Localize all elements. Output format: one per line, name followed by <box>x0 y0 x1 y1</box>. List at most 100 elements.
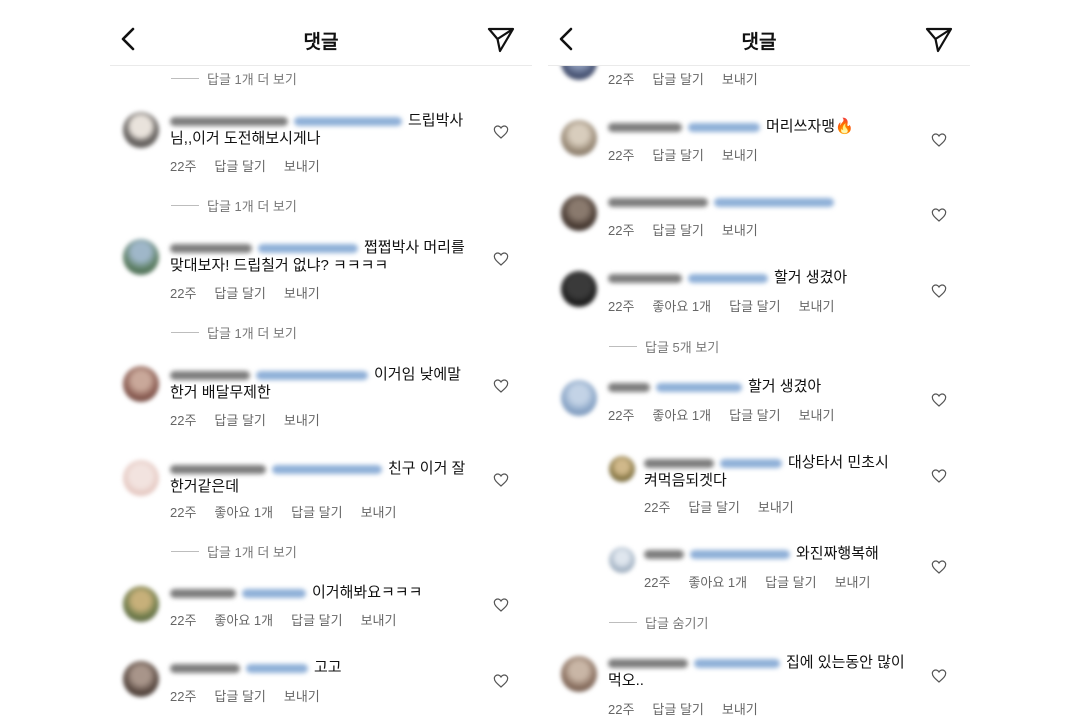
mention-blurred[interactable] <box>242 588 306 598</box>
send-button[interactable]: 보내기 <box>361 610 397 629</box>
divider-line <box>609 622 637 623</box>
heart-outline-icon[interactable] <box>931 559 947 575</box>
username-blurred[interactable] <box>170 116 288 126</box>
send-button[interactable]: 보내기 <box>722 220 758 239</box>
mention-blurred[interactable] <box>688 122 760 132</box>
divider-line <box>171 205 199 206</box>
username-blurred[interactable] <box>170 370 250 380</box>
avatar[interactable] <box>561 195 597 231</box>
comment-meta: 22주 좋아요 1개 답글 달기 보내기 <box>608 405 834 424</box>
view-more-replies-button[interactable]: 답글 1개 더 보기 <box>171 323 297 342</box>
username-blurred[interactable] <box>170 243 252 253</box>
heart-outline-icon[interactable] <box>493 378 509 394</box>
reply-button[interactable]: 답글 달기 <box>652 699 703 718</box>
send-button[interactable]: 보내기 <box>722 699 758 718</box>
reply-button[interactable]: 답글 달기 <box>652 69 703 88</box>
mention-blurred[interactable] <box>688 273 768 283</box>
avatar[interactable] <box>609 456 635 482</box>
mention-blurred[interactable] <box>294 116 402 126</box>
comment-text: 대상타서 민초시 켜먹음되겟다 <box>644 454 889 489</box>
send-button[interactable]: 보내기 <box>361 502 397 521</box>
username-blurred[interactable] <box>608 122 682 132</box>
username-blurred[interactable] <box>170 588 236 598</box>
send-button[interactable]: 보내기 <box>799 296 835 315</box>
send-button[interactable]: 보내기 <box>284 156 320 175</box>
avatar[interactable] <box>561 380 597 416</box>
view-more-replies-button[interactable]: 답글 1개 더 보기 <box>171 196 297 215</box>
reply-button[interactable]: 답글 달기 <box>214 283 265 302</box>
mention-blurred[interactable] <box>256 370 368 380</box>
username-blurred[interactable] <box>608 273 682 283</box>
send-button[interactable]: 보내기 <box>284 410 320 429</box>
send-button[interactable]: 보내기 <box>799 405 835 424</box>
send-button[interactable]: 보내기 <box>722 69 758 88</box>
reply-button[interactable]: 답글 달기 <box>214 410 265 429</box>
heart-outline-icon[interactable] <box>493 597 509 613</box>
comment-meta: 22주 좋아요 1개 답글 달기 보내기 <box>170 610 396 629</box>
heart-outline-icon[interactable] <box>493 251 509 267</box>
avatar[interactable] <box>123 366 159 402</box>
reply-button[interactable]: 답글 달기 <box>652 145 703 164</box>
send-paper-plane-icon[interactable] <box>924 25 954 53</box>
mention-blurred[interactable] <box>272 464 382 474</box>
mention-blurred[interactable] <box>656 382 742 392</box>
send-button[interactable]: 보내기 <box>835 572 871 591</box>
likes-count[interactable]: 좋아요 1개 <box>214 610 273 629</box>
avatar[interactable] <box>123 239 159 275</box>
avatar[interactable] <box>561 120 597 156</box>
view-more-replies-button[interactable]: 답글 1개 더 보기 <box>171 69 297 88</box>
avatar[interactable] <box>609 547 635 573</box>
heart-outline-icon[interactable] <box>493 124 509 140</box>
send-paper-plane-icon[interactable] <box>486 25 516 53</box>
heart-outline-icon[interactable] <box>931 207 947 223</box>
heart-outline-icon[interactable] <box>931 468 947 484</box>
reply-button[interactable]: 답글 달기 <box>688 497 739 516</box>
heart-outline-icon[interactable] <box>493 673 509 689</box>
avatar[interactable] <box>561 656 597 692</box>
heart-outline-icon[interactable] <box>931 283 947 299</box>
reply-button[interactable]: 답글 달기 <box>214 156 265 175</box>
view-replies-button[interactable]: 답글 5개 보기 <box>609 337 719 356</box>
username-blurred[interactable] <box>608 197 708 207</box>
username-blurred[interactable] <box>170 663 240 673</box>
mention-blurred[interactable] <box>720 458 782 468</box>
reply-button[interactable]: 답글 달기 <box>214 686 265 705</box>
comment-meta: 22주 답글 달기 보내기 <box>608 220 758 239</box>
username-blurred[interactable] <box>608 658 688 668</box>
reply-button[interactable]: 답글 달기 <box>765 572 816 591</box>
view-more-replies-button[interactable]: 답글 1개 더 보기 <box>171 542 297 561</box>
likes-count[interactable]: 좋아요 1개 <box>688 572 747 591</box>
mention-blurred[interactable] <box>690 549 790 559</box>
mention-blurred[interactable] <box>258 243 358 253</box>
avatar[interactable] <box>123 586 159 622</box>
heart-outline-icon[interactable] <box>931 392 947 408</box>
reply-button[interactable]: 답글 달기 <box>291 610 342 629</box>
reply-button[interactable]: 답글 달기 <box>652 220 703 239</box>
reply-button[interactable]: 답글 달기 <box>291 502 342 521</box>
mention-blurred[interactable] <box>246 663 308 673</box>
username-blurred[interactable] <box>644 458 714 468</box>
username-blurred[interactable] <box>644 549 684 559</box>
reply-button[interactable]: 답글 달기 <box>729 405 780 424</box>
send-button[interactable]: 보내기 <box>758 497 794 516</box>
avatar[interactable] <box>123 460 159 496</box>
avatar[interactable] <box>123 661 159 697</box>
heart-outline-icon[interactable] <box>931 668 947 684</box>
timestamp: 22주 <box>608 299 635 314</box>
send-button[interactable]: 보내기 <box>722 145 758 164</box>
heart-outline-icon[interactable] <box>493 472 509 488</box>
likes-count[interactable]: 좋아요 1개 <box>214 502 273 521</box>
username-blurred[interactable] <box>170 464 266 474</box>
username-blurred[interactable] <box>608 382 650 392</box>
avatar[interactable] <box>561 271 597 307</box>
reply-button[interactable]: 답글 달기 <box>729 296 780 315</box>
hide-replies-button[interactable]: 답글 숨기기 <box>609 613 708 632</box>
heart-outline-icon[interactable] <box>931 132 947 148</box>
mention-blurred[interactable] <box>714 197 834 207</box>
send-button[interactable]: 보내기 <box>284 686 320 705</box>
avatar[interactable] <box>123 112 159 148</box>
mention-blurred[interactable] <box>694 658 780 668</box>
send-button[interactable]: 보내기 <box>284 283 320 302</box>
likes-count[interactable]: 좋아요 1개 <box>652 296 711 315</box>
likes-count[interactable]: 좋아요 1개 <box>652 405 711 424</box>
